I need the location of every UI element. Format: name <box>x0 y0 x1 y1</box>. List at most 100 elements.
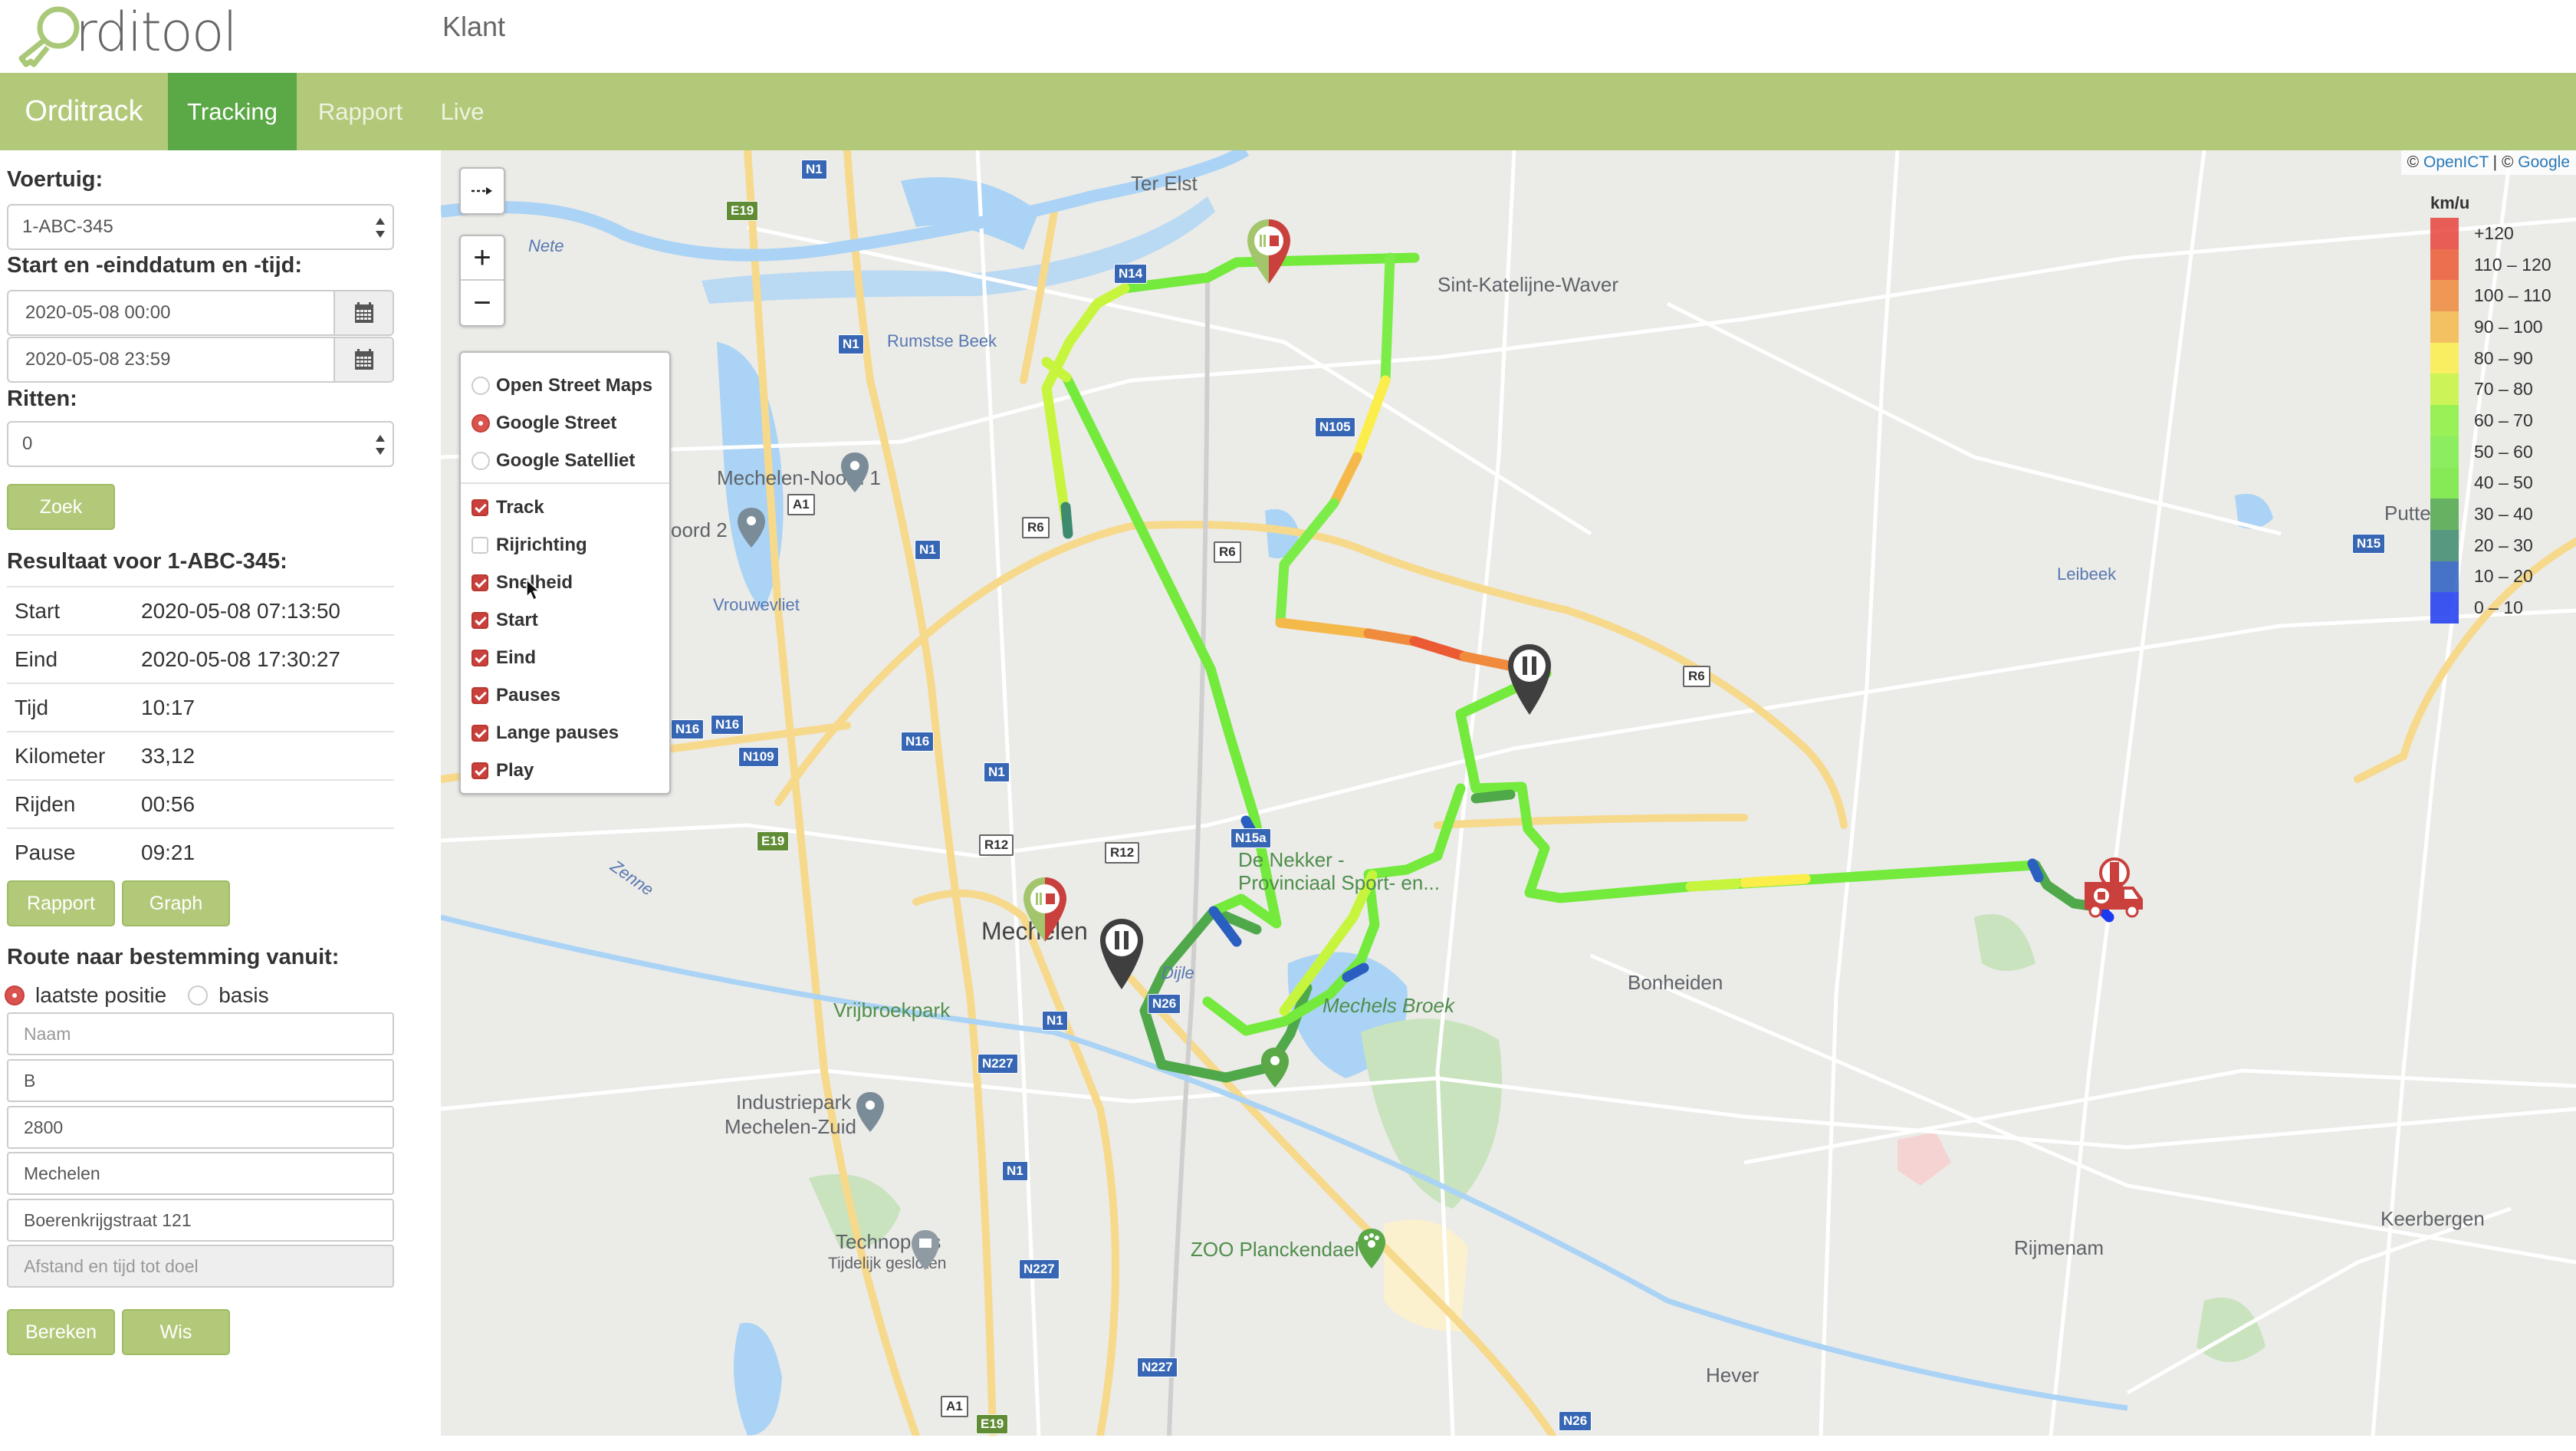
result-key: Eind <box>15 647 58 671</box>
radio-google-street[interactable] <box>472 413 490 433</box>
checkbox-pauses[interactable] <box>472 686 488 704</box>
checkbox-play[interactable] <box>472 762 488 779</box>
result-row-pause: Pause 09:21 <box>7 827 394 876</box>
legend-row: 10 – 20 <box>2430 561 2568 593</box>
overlay-label[interactable]: Lange pauses <box>496 722 619 744</box>
legend-swatch <box>2430 561 2459 593</box>
radio-last-position-label[interactable]: laatste positie <box>35 983 166 1008</box>
zoo-pin-icon[interactable] <box>1356 1227 1387 1270</box>
layer-label[interactable]: Open Street Maps <box>496 375 652 396</box>
end-calendar-button[interactable] <box>334 338 393 381</box>
graph-button[interactable]: Graph <box>122 880 230 926</box>
base-layer-google-street[interactable]: Google Street <box>461 404 669 442</box>
vehicle-select[interactable]: 1-ABC-345 <box>7 204 394 250</box>
overlay-label[interactable]: Track <box>496 497 544 518</box>
dashed-arrow-right-icon[interactable] <box>461 169 504 213</box>
attribution-openict-link[interactable]: OpenICT <box>2423 153 2489 171</box>
start-end-pin-icon[interactable] <box>1022 876 1068 943</box>
radio-base[interactable] <box>188 985 209 1005</box>
poi-pin-icon[interactable] <box>855 1091 886 1133</box>
clear-button[interactable]: Wis <box>122 1309 230 1355</box>
start-datetime-field[interactable]: 2020-05-08 00:00 <box>7 290 394 336</box>
place-label: Nete <box>528 236 564 255</box>
place-label: Vrijbroekpark <box>833 999 951 1022</box>
tab-rapport[interactable]: Rapport <box>297 73 424 150</box>
layer-control-panel: Open Street Maps Google Street Google Sa… <box>459 351 671 795</box>
country-input[interactable]: B <box>7 1059 394 1102</box>
road-shield: R12 <box>979 834 1014 856</box>
radio-google-satellite[interactable] <box>472 451 490 470</box>
overlay-track[interactable]: Track <box>461 489 669 526</box>
overlay-label[interactable]: Eind <box>496 647 536 669</box>
nav-brand[interactable]: Orditrack <box>0 73 168 150</box>
start-datetime-input[interactable]: 2020-05-08 00:00 <box>8 291 334 334</box>
distance-output: Afstand en tijd tot doel <box>7 1245 394 1288</box>
overlay-label[interactable]: Start <box>496 610 538 631</box>
pause-pin-icon[interactable] <box>1506 643 1552 716</box>
radio-osm[interactable] <box>472 376 490 395</box>
overlay-pauses[interactable]: Pauses <box>461 676 669 714</box>
attribution-google-link[interactable]: Google <box>2518 153 2570 171</box>
zoom-in-button[interactable]: + <box>461 236 504 281</box>
base-layer-google-satellite[interactable]: Google Satelliet <box>461 442 669 479</box>
overlay-play[interactable]: Play <box>461 752 669 789</box>
poi-pin-icon[interactable] <box>736 506 767 549</box>
legend-label: 110 – 120 <box>2474 254 2551 275</box>
orditool-logo[interactable]: rditool <box>14 0 238 71</box>
road-shield: N1 <box>801 160 827 179</box>
overlay-label[interactable]: Play <box>496 760 534 781</box>
place-label: oord 2 <box>671 518 728 541</box>
place-label: Dijle <box>1162 963 1194 982</box>
checkbox-track[interactable] <box>472 498 488 516</box>
name-input[interactable]: Naam <box>7 1012 394 1055</box>
overlay-end[interactable]: Eind <box>461 639 669 676</box>
base-layer-osm[interactable]: Open Street Maps <box>461 367 669 404</box>
end-datetime-field[interactable]: 2020-05-08 23:59 <box>7 337 394 383</box>
legend-title: km/u <box>2430 193 2470 212</box>
checkbox-speed[interactable] <box>472 574 488 591</box>
checkbox-long-pauses[interactable] <box>472 724 488 742</box>
checkbox-end[interactable] <box>472 649 488 666</box>
legend-row: +120 <box>2430 218 2568 249</box>
radio-last-position[interactable] <box>5 985 25 1005</box>
trips-select[interactable]: 0 <box>7 421 394 467</box>
park-pin-icon[interactable] <box>1260 1046 1290 1089</box>
street-input[interactable]: Boerenkrijgstraat 121 <box>7 1199 394 1242</box>
overlay-speed[interactable]: Snelheid <box>461 564 669 601</box>
map-view[interactable]: Ter Elst Sint-Katelijne-Waver Rumstse Be… <box>441 150 2576 1436</box>
overlay-direction[interactable]: Rijrichting <box>461 526 669 564</box>
checkbox-direction[interactable] <box>472 536 488 554</box>
start-end-pin-icon[interactable] <box>1246 218 1292 285</box>
postcode-input[interactable]: 2800 <box>7 1106 394 1149</box>
pause-pin-icon[interactable] <box>1099 917 1145 991</box>
road-shield: N105 <box>1315 417 1355 437</box>
layer-label[interactable]: Google Street <box>496 413 616 434</box>
zoom-out-button[interactable]: − <box>461 281 504 325</box>
layer-label[interactable]: Google Satelliet <box>496 450 635 472</box>
calculate-button[interactable]: Bereken <box>7 1309 115 1355</box>
checkbox-start[interactable] <box>472 611 488 629</box>
museum-pin-icon[interactable] <box>910 1229 941 1272</box>
road-shield: R6 <box>1022 517 1050 538</box>
search-button[interactable]: Zoek <box>7 484 115 530</box>
report-button[interactable]: Rapport <box>7 880 115 926</box>
overlay-label[interactable]: Rijrichting <box>496 535 587 556</box>
tab-tracking[interactable]: Tracking <box>168 73 297 150</box>
truck-icon[interactable] <box>2082 856 2147 922</box>
overlay-label[interactable]: Pauses <box>496 685 560 706</box>
overlay-start[interactable]: Start <box>461 601 669 639</box>
track-segment-slow-5 <box>2027 858 2044 883</box>
place-label: Keerbergen <box>2380 1207 2485 1230</box>
sidebar-toggle-control[interactable] <box>459 167 505 215</box>
overlay-long-pauses[interactable]: Lange pauses <box>461 714 669 752</box>
road-shield: N16 <box>901 732 935 752</box>
end-datetime-input[interactable]: 2020-05-08 23:59 <box>8 338 334 381</box>
road-shield: N15 <box>2352 534 2386 554</box>
road-shield: N1 <box>915 540 941 560</box>
radio-base-label[interactable]: basis <box>219 983 268 1008</box>
speed-legend: km/u +120 110 – 120 100 – 110 90 – 100 80 – … <box>2430 193 2568 624</box>
city-input[interactable]: Mechelen <box>7 1152 394 1195</box>
tab-live[interactable]: Live <box>424 73 501 150</box>
poi-pin-icon[interactable] <box>840 451 870 494</box>
start-calendar-button[interactable] <box>334 291 393 334</box>
